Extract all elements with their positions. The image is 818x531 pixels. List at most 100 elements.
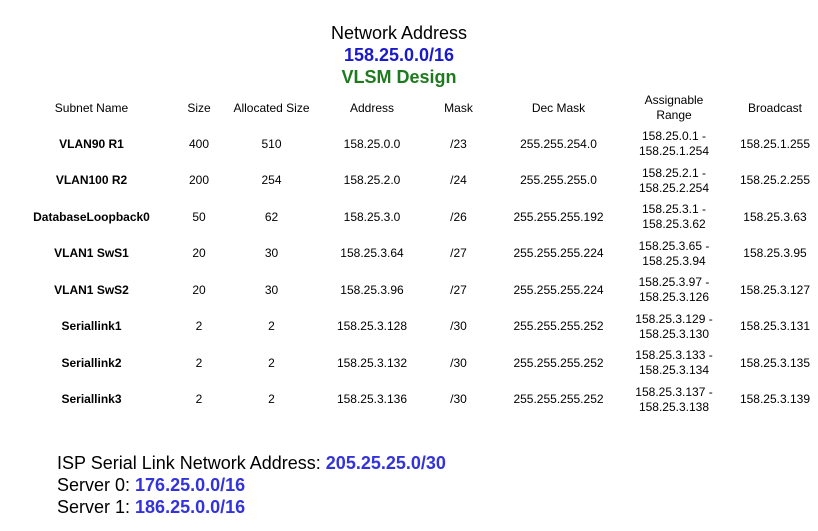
isp-serial-link: ISP Serial Link Network Address: 205.25.… (57, 452, 446, 474)
range-start: 158.25.0.1 - (641, 129, 707, 144)
broadcast-cell: 158.25.3.95 (743, 246, 807, 261)
design-subtitle: VLSM Design (341, 67, 457, 87)
size-cell: 2 (195, 355, 203, 370)
dec-mask-cell: 255.255.255.224 (513, 282, 604, 297)
subnet-name-cell: VLAN1 SwS2 (54, 282, 129, 297)
broadcast-cell: 158.25.1.255 (739, 136, 811, 151)
table-row: Seriallink3 2 2 158.25.3.136/30 255.255.255.… (0, 382, 818, 419)
subnet-name-cell: VLAN100 R2 (55, 173, 128, 188)
address-cell: 158.25.3.136 (336, 392, 408, 407)
server-0-value: 176.25.0.0/16 (135, 475, 246, 495)
size-cell: 2 (195, 319, 203, 334)
header-size: Size (187, 100, 211, 115)
subnet-name-cell: Seriallink2 (61, 355, 122, 370)
broadcast-cell: 158.25.3.135 (739, 355, 811, 370)
mask-cell: /30 (450, 355, 467, 370)
header-dec-mask: Dec Mask (531, 100, 586, 115)
mask-cell: /30 (450, 319, 467, 334)
range-end: 158.25.1.254 (638, 144, 710, 159)
allocated-size-cell: 2 (268, 355, 275, 370)
mask-cell: /26 (450, 209, 467, 224)
dec-mask-cell: 255.255.254.0 (520, 136, 597, 151)
mask-cell: /23 (450, 136, 467, 151)
address-cell: 158.25.3.128 (336, 319, 408, 334)
server-0: Server 0: 176.25.0.0/16 (57, 474, 245, 496)
range-start: 158.25.3.1 - (641, 202, 707, 217)
range-start: 158.25.3.65 - (638, 238, 710, 253)
range-start: 158.25.3.97 - (638, 275, 710, 290)
broadcast-cell: 158.25.3.131 (739, 319, 811, 334)
allocated-size-cell: 30 (264, 282, 279, 297)
allocated-size-cell: 62 (264, 209, 279, 224)
server-1-label: Server 1: (57, 497, 136, 517)
subnet-name-cell: Seriallink1 (61, 319, 122, 334)
table-row: VLAN100 R2 200 254 158.25.2.0/24 255.255.255… (0, 163, 818, 200)
dec-mask-cell: 255.255.255.252 (513, 355, 604, 370)
mask-cell: /24 (450, 173, 467, 188)
assignable-range-cell: 158.25.0.1 -158.25.1.254 (616, 126, 732, 163)
address-cell: 158.25.3.0 (343, 209, 401, 224)
range-start: 158.25.2.1 - (641, 165, 707, 180)
header-allocated-size: Allocated Size (233, 100, 310, 115)
server-1: Server 1: 186.25.0.0/16 (57, 496, 245, 518)
address-cell: 158.25.3.132 (336, 355, 408, 370)
range-start: 158.25.3.129 - (635, 311, 713, 326)
page-title: Network Address (330, 23, 468, 43)
size-cell: 2 (195, 392, 203, 407)
vlsm-table: Subnet Name Size Allocated Size Address … (0, 90, 818, 418)
assignable-range-cell: 158.25.3.97 -158.25.3.126 (616, 272, 732, 309)
assignable-range-cell: 158.25.3.129 -158.25.3.130 (616, 309, 732, 346)
range-start: 158.25.3.137 - (635, 384, 713, 399)
network-address: 158.25.0.0/16 (343, 45, 455, 65)
assignable-range-cell: 158.25.3.133 -158.25.3.134 (616, 345, 732, 382)
dec-mask-cell: 255.255.255.192 (513, 209, 604, 224)
address-cell: 158.25.0.0 (343, 136, 401, 151)
size-cell: 400 (188, 136, 210, 151)
table-row: VLAN90 R1 400 510 158.25.0.0/23 255.255.254.… (0, 126, 818, 163)
table-header-row: Subnet Name Size Allocated Size Address … (0, 90, 818, 126)
size-cell: 20 (192, 246, 206, 261)
address-cell: 158.25.3.64 (340, 246, 404, 261)
server-0-label: Server 0: (57, 475, 136, 495)
subnet-name-cell: VLAN90 R1 (59, 136, 124, 151)
size-cell: 50 (192, 209, 206, 224)
range-end: 158.25.3.134 (638, 363, 710, 378)
size-cell: 20 (192, 282, 206, 297)
broadcast-cell: 158.25.2.255 (739, 173, 811, 188)
range-start: 158.25.3.133 - (635, 348, 713, 363)
header-broadcast: Broadcast (747, 100, 803, 115)
range-end: 158.25.3.126 (638, 290, 710, 305)
address-cell: 158.25.3.96 (340, 282, 404, 297)
size-cell: 200 (188, 173, 210, 188)
header-address: Address (349, 100, 395, 115)
header-assignable-range: Assignable Range (616, 90, 732, 126)
header-assignable-line2: Range (656, 108, 692, 122)
header-mask: Mask (444, 100, 473, 115)
assignable-range-cell: 158.25.2.1 -158.25.2.254 (616, 163, 732, 200)
header-assignable-line1: Assignable (644, 93, 704, 107)
assignable-range-cell: 158.25.3.65 -158.25.3.94 (616, 236, 732, 273)
assignable-range-cell: 158.25.3.137 -158.25.3.138 (616, 382, 732, 419)
broadcast-cell: 158.25.3.139 (739, 392, 811, 407)
table-row: DatabaseLoopback0 50 62 158.25.3.0/26 255.25… (0, 199, 818, 236)
mask-cell: /30 (450, 392, 467, 407)
range-end: 158.25.3.138 (638, 399, 710, 414)
dec-mask-cell: 255.255.255.0 (520, 173, 597, 188)
isp-serial-link-label: ISP Serial Link Network Address: (57, 453, 326, 473)
range-end: 158.25.3.62 (642, 217, 706, 232)
range-end: 158.25.2.254 (638, 180, 710, 195)
dec-mask-cell: 255.255.255.252 (513, 392, 604, 407)
assignable-range-cell: 158.25.3.1 -158.25.3.62 (616, 199, 732, 236)
broadcast-cell: 158.25.3.127 (739, 282, 811, 297)
header-subnet-name: Subnet Name (54, 100, 129, 115)
table-row: Seriallink1 2 2 158.25.3.128/30 255.255.255.… (0, 309, 818, 346)
allocated-size-cell: 30 (264, 246, 279, 261)
dec-mask-cell: 255.255.255.224 (513, 246, 604, 261)
allocated-size-cell: 2 (268, 392, 275, 407)
dec-mask-cell: 255.255.255.252 (513, 319, 604, 334)
table-row: VLAN1 SwS1 20 30 158.25.3.64/27 255.255.255.… (0, 236, 818, 273)
allocated-size-cell: 254 (261, 173, 282, 188)
subnet-name-cell: Seriallink3 (61, 392, 122, 407)
broadcast-cell: 158.25.3.63 (743, 209, 807, 224)
mask-cell: /27 (450, 246, 467, 261)
